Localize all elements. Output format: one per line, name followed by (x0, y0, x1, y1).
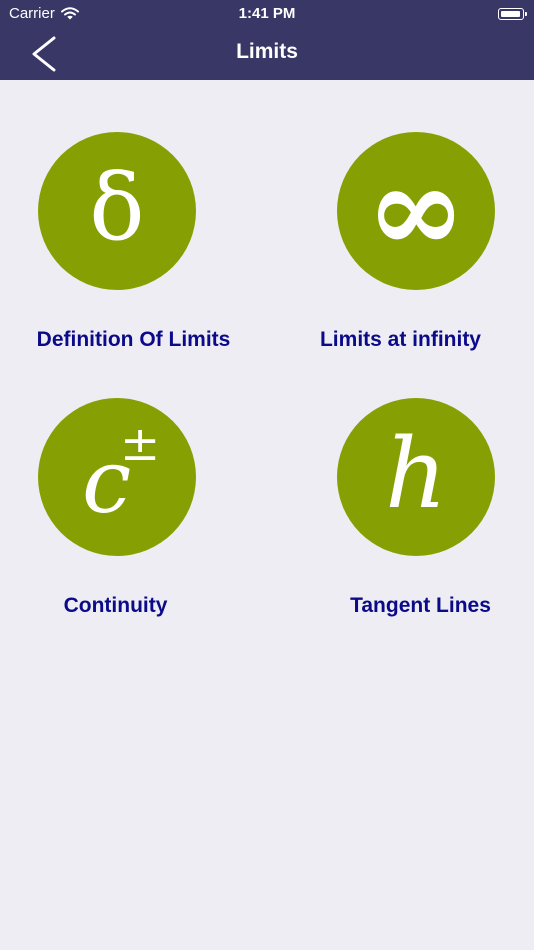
infinity-symbol-icon: ∞ (366, 139, 466, 280)
page-title: Limits (236, 40, 298, 63)
h-symbol-icon: h (385, 418, 447, 530)
topic-icon-circle: h (337, 398, 495, 556)
topic-definition-of-limits[interactable]: δ Definition Of Limits (0, 132, 267, 362)
topic-icon-circle: c ± (38, 398, 196, 556)
battery-icon (498, 8, 527, 20)
topic-tangent-lines[interactable]: h Tangent Lines (267, 398, 534, 628)
topic-icon-circle: δ (38, 132, 196, 290)
topic-label: Tangent Lines (350, 594, 491, 617)
nav-bar: Limits (0, 28, 534, 80)
delta-symbol-icon: δ (89, 154, 145, 261)
topic-label: Continuity (63, 594, 168, 617)
status-time: 1:41 PM (238, 5, 296, 22)
topic-icon-circle: ∞ (337, 132, 495, 290)
topic-continuity[interactable]: c ± Continuity (0, 398, 267, 628)
plus-minus-symbol: ± (120, 416, 161, 472)
topic-limits-at-infinity[interactable]: ∞ Limits at infinity (267, 132, 534, 362)
status-bar: Carrier 1:41 PM (0, 0, 534, 28)
topic-label: Definition Of Limits (36, 328, 231, 351)
topic-label: Limits at infinity (319, 328, 481, 351)
header: Carrier 1:41 PM Limits (0, 0, 534, 80)
c-plus-minus-symbol-icon: c ± (38, 398, 196, 556)
